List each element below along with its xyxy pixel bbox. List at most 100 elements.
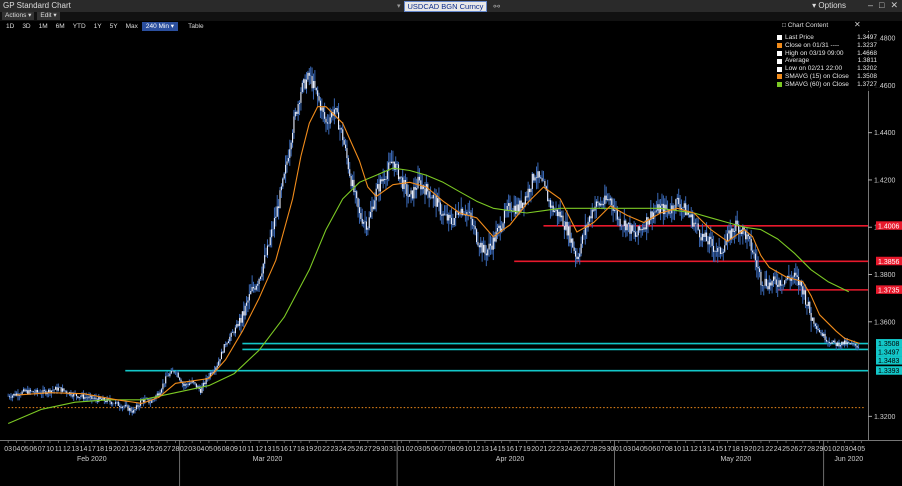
y-tick-label: 1.3200 <box>874 414 896 421</box>
range-3d[interactable]: 3D <box>18 22 34 31</box>
series <box>7 106 860 425</box>
interval-label: 240 Min <box>145 22 169 30</box>
x-tick-label: 03 <box>414 446 422 453</box>
x-tick-label: 05 <box>205 446 213 453</box>
legend-item[interactable]: Average 1.3811 <box>777 57 879 65</box>
x-tick-label: 23 <box>556 446 564 453</box>
x-tick-label: 10 <box>238 446 246 453</box>
range-ytd[interactable]: YTD <box>69 22 90 31</box>
x-tick-label: 05 <box>422 446 430 453</box>
legend-item[interactable]: Last Price 1.3497 <box>777 34 879 42</box>
x-tick-label: 21 <box>757 446 765 453</box>
edit-menu[interactable]: Edit ▾ <box>37 12 60 20</box>
sma15-line <box>16 106 860 404</box>
price-tag-label: 1.4006 <box>878 223 900 230</box>
x-tick-label: 02 <box>406 446 414 453</box>
chart-content-button[interactable]: □ Chart Content <box>782 21 828 30</box>
x-tick-label: 24 <box>565 446 573 453</box>
price-tag-label: 1.3735 <box>878 287 900 294</box>
chart-close-icon[interactable]: ✕ <box>854 20 861 29</box>
x-tick-label: 20 <box>531 446 539 453</box>
x-tick-label: 31 <box>389 446 397 453</box>
x-tick-label: 26 <box>356 446 364 453</box>
x-tick-label: 07 <box>657 446 665 453</box>
legend-item[interactable]: High on 03/19 09:00 1.4668 <box>777 50 879 58</box>
x-tick-label: 14 <box>80 446 88 453</box>
ticker-input[interactable]: USDCAD BGN Curncy <box>403 0 488 12</box>
price-chart[interactable]: 1.48001.46001.44001.42001.40001.38001.36… <box>0 31 902 486</box>
x-tick-label: 29 <box>372 446 380 453</box>
x-tick-label: 06 <box>213 446 221 453</box>
x-tick-label: 12 <box>255 446 263 453</box>
x-tick-label: 20 <box>113 446 121 453</box>
x-tick-label: 15 <box>498 446 506 453</box>
x-tick-label: 06 <box>29 446 37 453</box>
price-tag-label: 1.3497 <box>878 350 900 357</box>
legend-item[interactable]: Low on 02/21 22:00 1.3202 <box>777 65 879 73</box>
sma60-line <box>7 167 850 425</box>
y-tick-label: 1.4200 <box>874 177 896 184</box>
legend-value: 1.4668 <box>857 49 877 57</box>
legend-item[interactable]: SMAVG (60) on Close 1.3727 <box>777 81 879 89</box>
range-max[interactable]: Max <box>122 22 142 31</box>
x-tick-label: 25 <box>146 446 154 453</box>
interval-select[interactable]: 240 Min ▾ <box>141 21 179 31</box>
actions-menu[interactable]: Actions ▾ <box>2 12 35 20</box>
x-month-label: May 2020 <box>720 456 751 463</box>
ticker-dropdown-icon[interactable]: ▾ <box>397 2 401 10</box>
x-tick-label: 03 <box>841 446 849 453</box>
link-icon[interactable]: ⚯ <box>493 2 500 11</box>
range-toolbar: 1D 3D 1M 6M YTD 1Y 5Y Max 240 Min ▾ Tabl… <box>0 21 902 31</box>
x-tick-label: 17 <box>724 446 732 453</box>
x-tick-label: 15 <box>272 446 280 453</box>
legend-item[interactable]: SMAVG (15) on Close 1.3508 <box>777 73 879 81</box>
x-tick-label: 04 <box>632 446 640 453</box>
legend-label: SMAVG (60) on Close <box>785 80 849 88</box>
legend-label: Average <box>785 57 810 65</box>
x-tick-label: 10 <box>464 446 472 453</box>
legend-item[interactable]: Close on 01/31 ---- 1.3237 <box>777 42 879 50</box>
x-tick-label: 03 <box>4 446 12 453</box>
x-tick-label: 09 <box>230 446 238 453</box>
x-tick-label: 04 <box>849 446 857 453</box>
x-month-label: Mar 2020 <box>253 456 283 463</box>
close-icon[interactable]: ✕ <box>890 0 898 11</box>
x-tick-label: 06 <box>431 446 439 453</box>
table-button[interactable]: Table <box>184 22 208 31</box>
edit-chevron-icon: ▾ <box>51 12 57 19</box>
range-1y[interactable]: 1Y <box>90 22 106 31</box>
x-tick-label: 22 <box>322 446 330 453</box>
legend-value: 1.3811 <box>857 57 877 65</box>
range-6m[interactable]: 6M <box>52 22 69 31</box>
price-tags: 1.4006 1.3856 1.3735 1.3508 1.34971.3483 1.33… <box>876 221 902 375</box>
x-tick-label: 11 <box>682 446 689 453</box>
x-tick-label: 24 <box>774 446 782 453</box>
options-button[interactable]: ▾ Options <box>812 1 846 10</box>
actions-chevron-icon: ▾ <box>26 12 32 19</box>
legend-value: 1.3727 <box>857 80 877 88</box>
chart-legend[interactable]: Last Price 1.3497 Close on 01/31 ---- 1.323… <box>774 32 879 91</box>
range-5y[interactable]: 5Y <box>106 22 122 31</box>
x-tick-label: 15 <box>715 446 723 453</box>
x-tick-label: 27 <box>163 446 171 453</box>
x-tick-label: 03 <box>623 446 631 453</box>
legend-swatch <box>777 43 782 49</box>
window-title: GP Standard Chart <box>3 1 71 10</box>
x-tick-label: 01 <box>824 446 832 453</box>
y-tick-label: 1.3600 <box>874 319 896 326</box>
legend-value: 1.3202 <box>857 65 877 73</box>
x-tick-label: 10 <box>673 446 681 453</box>
x-tick-label: 13 <box>264 446 272 453</box>
minimize-icon[interactable]: – <box>868 0 873 11</box>
maximize-icon[interactable]: □ <box>879 0 884 11</box>
x-tick-label: 20 <box>749 446 757 453</box>
x-tick-label: 17 <box>514 446 522 453</box>
x-axis: 03 04 05 06 07 10 11 12 13 14 17 18 19 20 21 23 24 25 26 27… <box>0 440 902 486</box>
x-tick-label: 13 <box>481 446 489 453</box>
x-tick-label: 17 <box>289 446 297 453</box>
range-1d[interactable]: 1D <box>2 22 18 31</box>
range-1m[interactable]: 1M <box>35 22 52 31</box>
x-tick-label: 06 <box>648 446 656 453</box>
legend-label: Low on 02/21 22:00 <box>785 65 843 73</box>
window-controls: – □ ✕ <box>868 0 898 11</box>
